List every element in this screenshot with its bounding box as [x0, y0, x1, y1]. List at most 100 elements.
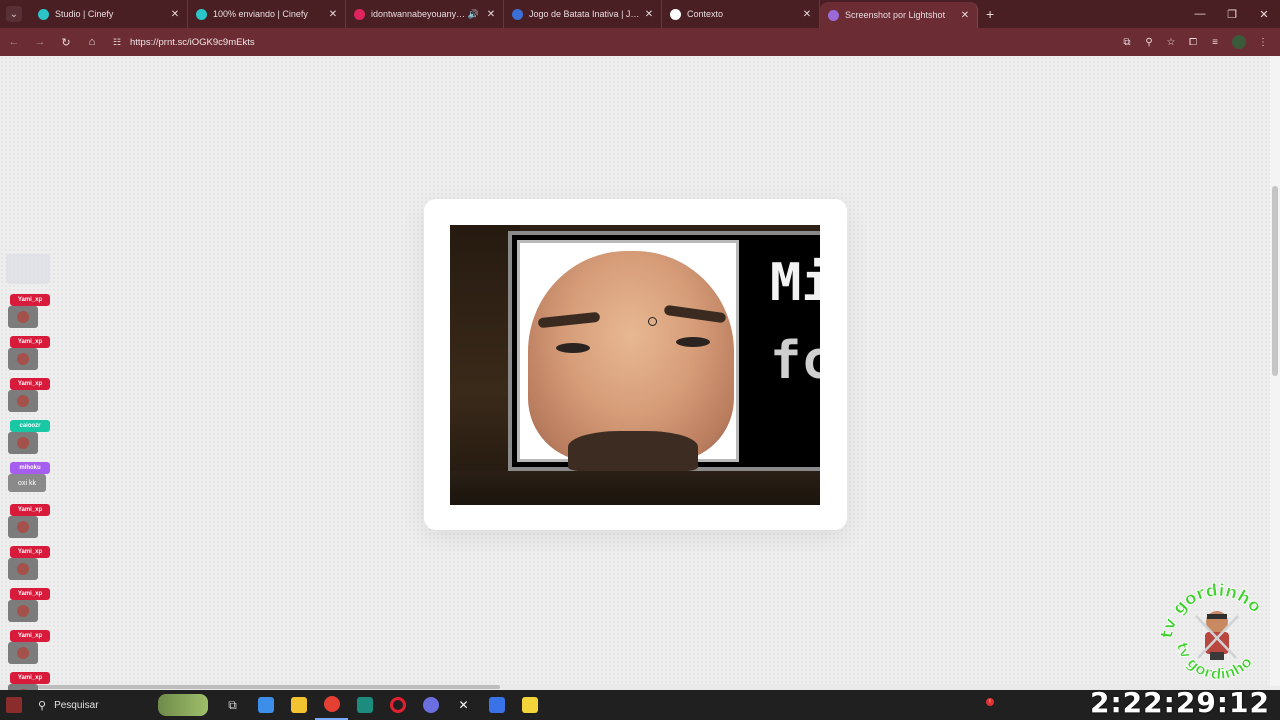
- site-info-icon[interactable]: ☷: [110, 35, 124, 49]
- browser-tab[interactable]: 100% enviando | Cinefy ✕: [188, 0, 346, 28]
- tab-close-icon[interactable]: ✕: [485, 9, 497, 20]
- restore-icon[interactable]: ❐: [1216, 0, 1248, 28]
- chat-username: mihoku: [10, 462, 50, 474]
- taskbar-search[interactable]: ⚲ Pesquisar: [28, 690, 158, 720]
- chat-emote-icon: [8, 516, 38, 538]
- capcut-icon[interactable]: ✕: [447, 690, 480, 720]
- back-button[interactable]: ←: [2, 30, 26, 54]
- emote-face-icon: [17, 353, 29, 365]
- chat-app-icon[interactable]: [414, 690, 447, 720]
- profile-avatar[interactable]: [1232, 35, 1246, 49]
- tab-audio-icon[interactable]: 🔊: [468, 9, 479, 20]
- logo-character-icon: [1195, 611, 1239, 660]
- chat-message: Yami_xp: [4, 378, 54, 420]
- discord-icon[interactable]: [480, 690, 513, 720]
- stream-chat-overlay: Yami_xp Yami_xp Yami_xp caioozr mihoku oxi kk…: [4, 252, 54, 714]
- image-photo-box: [517, 240, 739, 471]
- bookmark-star-icon[interactable]: ☆: [1160, 31, 1182, 53]
- tab-title: Screenshot por Lightshot: [845, 10, 946, 20]
- browser-tab[interactable]: Contexto ✕: [662, 0, 820, 28]
- emote-face-icon: [17, 605, 29, 617]
- menu-icon[interactable]: ⋮: [1252, 31, 1274, 53]
- chat-username: caioozr: [10, 420, 50, 432]
- chat-username: Yami_xp: [10, 378, 50, 390]
- install-app-icon[interactable]: ⧉: [1116, 31, 1138, 53]
- image-text-line2: fc: [770, 331, 820, 391]
- right-eye: [676, 337, 710, 347]
- image-bottom-strip: [450, 471, 820, 505]
- tab-close-icon[interactable]: ✕: [643, 9, 655, 20]
- left-eyebrow: [537, 311, 601, 329]
- chat-message: mihoku oxi kk: [4, 462, 54, 504]
- vertical-scrollbar-thumb[interactable]: [1272, 186, 1278, 376]
- search-icon: ⚲: [38, 699, 47, 712]
- browser-tab[interactable]: Studio | Cinefy ✕: [30, 0, 188, 28]
- left-eye: [556, 343, 590, 353]
- zoom-icon[interactable]: ⚲: [1138, 31, 1160, 53]
- zoom-cursor-icon: [648, 317, 657, 326]
- chat-emote-icon: [8, 600, 38, 622]
- image-text-line1: Mi: [770, 253, 820, 313]
- tab-search-button[interactable]: ⌄: [6, 6, 22, 22]
- tab-favicon-icon: [354, 8, 365, 20]
- browser-tab[interactable]: Screenshot por Lightshot ✕: [820, 2, 978, 28]
- emote-face-icon: [17, 437, 29, 449]
- right-eyebrow: [663, 304, 727, 324]
- notification-badge[interactable]: !: [986, 698, 994, 706]
- chat-message: caioozr: [4, 420, 54, 462]
- file-explorer-icon[interactable]: [282, 690, 315, 720]
- close-window-icon[interactable]: ✕: [1248, 0, 1280, 28]
- chrome-icon[interactable]: [315, 690, 348, 720]
- widgets-button[interactable]: [158, 694, 208, 716]
- chat-blank-message: [6, 254, 50, 284]
- taskbar: ⚲ Pesquisar ⧉ ✕: [0, 690, 1280, 720]
- tab-close-icon[interactable]: ✕: [801, 9, 813, 20]
- chat-username: Yami_xp: [10, 546, 50, 558]
- emote-face-icon: [17, 521, 29, 533]
- media-controls-icon[interactable]: ≡: [1204, 31, 1226, 53]
- tab-favicon-icon: [670, 8, 681, 20]
- reload-button[interactable]: ↻: [54, 30, 78, 54]
- taskbar-search-label: Pesquisar: [54, 699, 99, 711]
- terminal-icon[interactable]: [348, 690, 381, 720]
- address-bar[interactable]: ☷ https://prnt.sc/iOGK9c9mEkts: [110, 32, 1090, 52]
- tab-favicon-icon: [512, 8, 523, 20]
- home-button[interactable]: ⌂: [80, 30, 104, 54]
- new-tab-button[interactable]: +: [986, 6, 994, 22]
- screenshot-image[interactable]: Mi fc: [450, 225, 820, 505]
- channel-logo: tv gordinho tv gordinho: [1158, 580, 1266, 683]
- emote-face-icon: [17, 395, 29, 407]
- chat-message: Yami_xp: [4, 630, 54, 672]
- horizontal-scrollbar-thumb[interactable]: [10, 685, 500, 689]
- task-view-icon[interactable]: ⧉: [216, 690, 249, 720]
- sticky-notes-icon[interactable]: [513, 690, 546, 720]
- forward-button[interactable]: →: [28, 30, 52, 54]
- chat-message: Yami_xp: [4, 546, 54, 588]
- store-icon[interactable]: [249, 690, 282, 720]
- tab-close-icon[interactable]: ✕: [959, 10, 971, 21]
- chat-placeholder: [4, 252, 54, 294]
- tab-close-icon[interactable]: ✕: [169, 9, 181, 20]
- tab-favicon-icon: [828, 9, 839, 21]
- extensions-icon[interactable]: ⧠: [1182, 31, 1204, 53]
- tab-favicon-icon: [38, 8, 49, 20]
- minimize-icon[interactable]: —: [1184, 0, 1216, 28]
- tab-favicon-icon: [196, 8, 207, 20]
- tab-close-icon[interactable]: ✕: [327, 9, 339, 20]
- chat-username: Yami_xp: [10, 630, 50, 642]
- address-text[interactable]: https://prnt.sc/iOGK9c9mEkts: [130, 37, 255, 48]
- chat-emote-icon: [8, 642, 38, 664]
- toolbar-actions: ⧉ ⚲ ☆ ⧠ ≡ ⋮: [1116, 28, 1274, 56]
- stream-clock: 2:22:29:12: [1090, 686, 1270, 719]
- start-button[interactable]: [0, 690, 28, 720]
- tab-title: Jogo de Batata Inativa | Jogue: [529, 9, 643, 19]
- opera-icon[interactable]: [381, 690, 414, 720]
- chat-message: Yami_xp: [4, 588, 54, 630]
- tab-strip: ⌄ Studio | Cinefy ✕ 100% enviando | Cinefy…: [0, 0, 1280, 28]
- chat-username: Yami_xp: [10, 504, 50, 516]
- emote-face-icon: [17, 311, 29, 323]
- chat-emote-icon: [8, 306, 38, 328]
- browser-tab[interactable]: Jogo de Batata Inativa | Jogue ✕: [504, 0, 662, 28]
- chat-emote-icon: [8, 348, 38, 370]
- browser-tab[interactable]: idontwannabeyouanymore 🔊 ✕: [346, 0, 504, 28]
